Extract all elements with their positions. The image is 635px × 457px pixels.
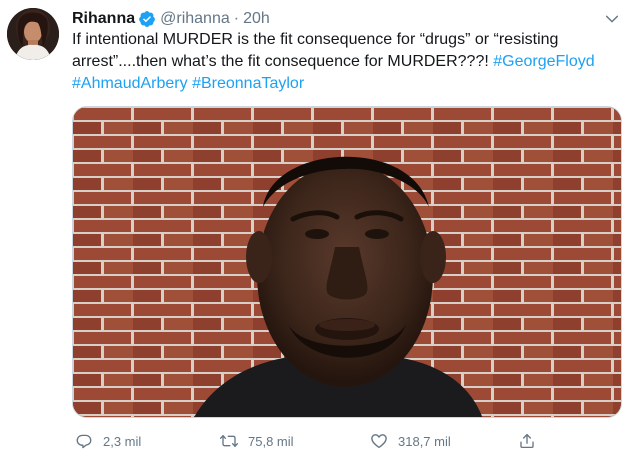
header-separator: ·: [233, 10, 240, 27]
avatar-image: [7, 8, 59, 60]
verified-badge-icon: [138, 10, 156, 28]
tweet-photo[interactable]: [72, 106, 622, 418]
hashtag-breonna-taylor[interactable]: #BreonnaTaylor: [192, 75, 304, 92]
tweet-timestamp[interactable]: 20h: [243, 9, 270, 29]
share-button[interactable]: [516, 430, 538, 452]
heart-icon: [368, 430, 390, 452]
retweet-count: 75,8 mil: [248, 433, 294, 449]
retweet-icon: [218, 430, 240, 452]
comment-icon: [73, 430, 95, 452]
author-avatar[interactable]: [7, 8, 59, 60]
tweet-text-body: If intentional MURDER is the fit consequ…: [72, 31, 559, 70]
share-icon: [516, 430, 538, 452]
hashtag-george-floyd[interactable]: #GeorgeFloyd: [493, 53, 594, 70]
tweet-header: Rihanna @rihanna · 20h: [72, 8, 270, 30]
author-name[interactable]: Rihanna: [72, 9, 135, 29]
tweet-text: If intentional MURDER is the fit consequ…: [72, 29, 612, 95]
author-handle[interactable]: @rihanna: [160, 9, 230, 29]
retweet-button[interactable]: 75,8 mil: [218, 430, 294, 452]
like-button[interactable]: 318,7 mil: [368, 430, 451, 452]
tweet-actions: 2,3 mil 75,8 mil 318,7 mil: [68, 428, 568, 454]
hashtag-ahmaud-arbery[interactable]: #AhmaudArbery: [72, 75, 188, 92]
like-count: 318,7 mil: [398, 433, 451, 449]
chevron-down-icon: [605, 15, 619, 23]
tweet-menu-button[interactable]: [601, 8, 623, 30]
tweet-card[interactable]: Rihanna @rihanna · 20h If intentional MU…: [0, 0, 635, 457]
reply-button[interactable]: 2,3 mil: [73, 430, 141, 452]
reply-count: 2,3 mil: [103, 433, 142, 449]
photo-image: [73, 107, 621, 417]
